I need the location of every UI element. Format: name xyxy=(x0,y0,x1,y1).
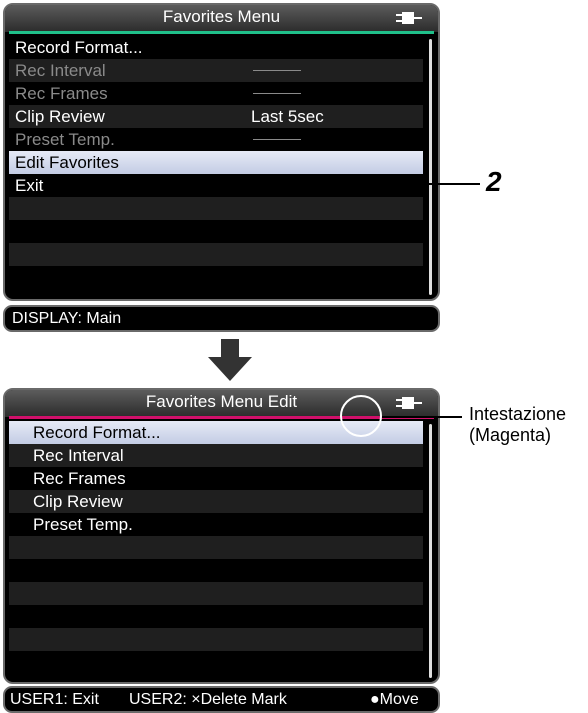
menu-item-label: Rec Frames xyxy=(15,84,108,103)
menu-item[interactable]: Preset Temp. xyxy=(9,513,423,536)
menu-item-label: Clip Review xyxy=(15,107,105,126)
menu-item-label: Preset Temp. xyxy=(15,130,115,149)
menu-item-label: Clip Review xyxy=(33,492,123,511)
scrollbar[interactable] xyxy=(429,39,432,295)
menu-list: Record Format... Rec Interval Rec Frames Cl… xyxy=(9,421,423,674)
menu-item-label: Rec Interval xyxy=(15,61,106,80)
highlight-circle xyxy=(340,395,382,437)
menu-item-label: Rec Frames xyxy=(33,469,126,488)
callout-leader-line xyxy=(382,416,462,418)
menu-item-label: Rec Interval xyxy=(33,446,124,465)
empty-row xyxy=(9,536,423,559)
menu-item[interactable]: Rec Frames xyxy=(9,467,423,490)
menu-item-label: Exit xyxy=(15,176,44,195)
menu-item-label: Preset Temp. xyxy=(33,515,133,534)
menu-item[interactable]: Rec Interval xyxy=(9,444,423,467)
empty-row xyxy=(9,266,423,289)
menu-item-label: Record Format... xyxy=(33,423,161,442)
down-arrow-icon xyxy=(208,339,252,381)
status-bar: USER1: Exit USER2: ×Delete Mark ●Move xyxy=(3,686,440,713)
menu-item-label: Edit Favorites xyxy=(15,153,119,172)
status-bar: DISPLAY: Main xyxy=(3,305,440,332)
step-number: 2 xyxy=(486,166,502,197)
favorites-menu-edit-screen: Favorites Menu Edit Record Format... Rec … xyxy=(3,388,440,684)
scrollbar[interactable] xyxy=(429,424,432,678)
menu-item[interactable]: Edit Favorites xyxy=(9,151,423,174)
header-callout-line2: (Magenta) xyxy=(469,425,552,445)
menu-item[interactable]: Clip Review xyxy=(9,490,423,513)
menu-item[interactable]: Exit xyxy=(9,174,423,197)
user1-exit-hint: USER1: Exit xyxy=(10,691,99,708)
value-unavailable-dash xyxy=(253,70,301,71)
plug-icon xyxy=(396,397,422,409)
empty-row xyxy=(9,628,423,651)
menu-item[interactable]: Clip Review Last 5sec xyxy=(9,105,423,128)
empty-row xyxy=(9,197,423,220)
empty-row xyxy=(9,559,423,582)
header-callout-line1: Intestazione xyxy=(469,404,567,424)
menu-item-value: Last 5sec xyxy=(251,107,324,126)
header-callout-label: Intestazione (Magenta) xyxy=(469,404,566,446)
value-unavailable-dash xyxy=(253,139,301,140)
menu-item[interactable]: Record Format... xyxy=(9,36,423,59)
empty-row xyxy=(9,651,423,674)
empty-row xyxy=(9,220,423,243)
menu-item: Rec Interval xyxy=(9,59,423,82)
empty-row xyxy=(9,243,423,266)
menu-item-label: Record Format... xyxy=(15,38,143,57)
value-unavailable-dash xyxy=(253,93,301,94)
user2-delete-mark-hint: USER2: ×Delete Mark xyxy=(129,691,287,708)
menu-list: Record Format... Rec Interval Rec Frames Cl… xyxy=(9,36,423,289)
display-mode-text: DISPLAY: Main xyxy=(12,310,122,327)
menu-item: Preset Temp. xyxy=(9,128,423,151)
favorites-menu-screen: Favorites Menu Record Format... Rec Inter… xyxy=(3,3,440,301)
empty-row xyxy=(9,582,423,605)
callout-leader-line xyxy=(420,183,480,185)
title-underline xyxy=(9,31,434,34)
screen-title: Favorites Menu xyxy=(5,5,438,32)
empty-row xyxy=(9,605,423,628)
plug-icon xyxy=(396,12,422,24)
menu-item: Rec Frames xyxy=(9,82,423,105)
move-hint: ●Move xyxy=(370,691,419,708)
